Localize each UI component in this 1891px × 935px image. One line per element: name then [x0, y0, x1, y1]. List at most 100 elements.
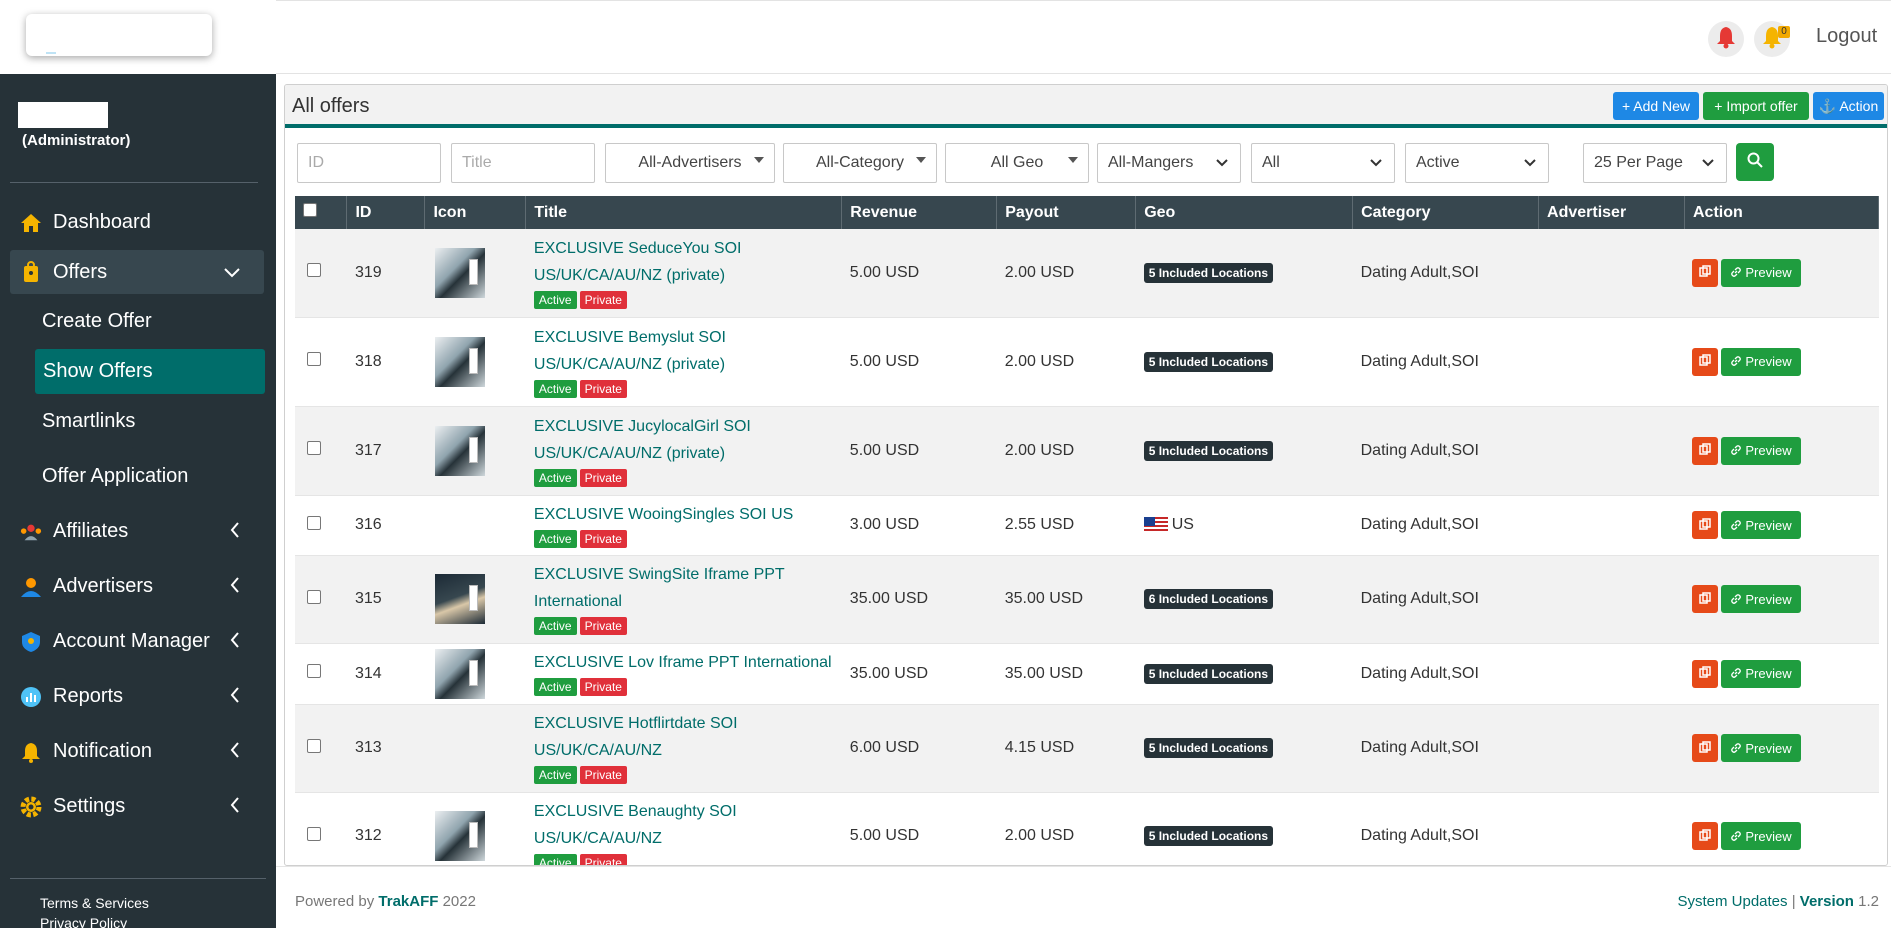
- offer-title-link[interactable]: EXCLUSIVE SeduceYou SOI US/UK/CA/AU/NZ (p…: [534, 235, 834, 289]
- geo-badge[interactable]: 5 Included Locations: [1143, 663, 1274, 684]
- column-header-category[interactable]: Category: [1352, 196, 1540, 229]
- privacy-link[interactable]: Privacy Policy: [40, 915, 266, 931]
- column-header-title[interactable]: Title: [525, 196, 843, 229]
- manager-select[interactable]: All-Mangers: [1097, 143, 1241, 183]
- row-checkbox[interactable]: [307, 515, 321, 530]
- row-select-cell: [295, 229, 347, 317]
- sidebar-item-advertisers[interactable]: Advertisers: [0, 559, 276, 614]
- row-checkbox[interactable]: [307, 826, 321, 841]
- offer-category: Dating Adult,SOI: [1360, 441, 1479, 459]
- copy-button[interactable]: [1692, 258, 1719, 287]
- geo-badge[interactable]: 5 Included Locations: [1143, 351, 1274, 372]
- sidebar-item-offers[interactable]: Offers: [10, 250, 264, 294]
- copy-button[interactable]: [1692, 822, 1719, 850]
- preview-button[interactable]: Preview: [1721, 734, 1802, 762]
- action-button[interactable]: ⚓ Action: [1813, 92, 1884, 120]
- status-select-value: Active: [1416, 154, 1460, 171]
- offer-title-cell: EXCLUSIVE SwingSite Iframe PPT Internatio…: [526, 555, 842, 643]
- advertiser-select[interactable]: All-Advertisers: [605, 143, 775, 183]
- copy-button[interactable]: [1692, 347, 1719, 376]
- copy-button[interactable]: [1692, 511, 1719, 539]
- sidebar-item-affiliates[interactable]: Affiliates: [0, 504, 276, 559]
- status-badge: Active: [533, 529, 577, 548]
- copy-button[interactable]: [1692, 436, 1719, 465]
- sidebar-item-reports[interactable]: Reports: [0, 669, 276, 724]
- preview-button[interactable]: Preview: [1721, 258, 1802, 287]
- status-select[interactable]: Active: [1405, 143, 1549, 183]
- sidebar-subitem-offer-application[interactable]: Offer Application: [0, 449, 276, 504]
- geo-badge[interactable]: 5 Included Locations: [1143, 738, 1274, 758]
- offer-title-link[interactable]: EXCLUSIVE Bemyslut SOI US/UK/CA/AU/NZ (pr…: [534, 324, 834, 378]
- preview-button[interactable]: Preview: [1721, 511, 1802, 539]
- copy-button[interactable]: [1692, 659, 1719, 688]
- column-header-payout[interactable]: Payout: [996, 196, 1137, 229]
- offer-title-link[interactable]: EXCLUSIVE Lov Iframe PPT International: [534, 649, 834, 676]
- notification-count-badge: 0: [1778, 26, 1790, 38]
- preview-button[interactable]: Preview: [1721, 436, 1802, 465]
- table-row: 313 EXCLUSIVE Hotflirtdate SOI US/UK/CA/A…: [295, 704, 1879, 792]
- sidebar-item-dashboard[interactable]: Dashboard: [0, 195, 276, 250]
- title-filter-input[interactable]: Title: [451, 143, 595, 183]
- chevron-down-icon: [1216, 154, 1228, 170]
- add-new-button[interactable]: + Add New: [1613, 92, 1699, 120]
- row-checkbox[interactable]: [307, 589, 321, 604]
- preview-button[interactable]: Preview: [1721, 585, 1802, 613]
- copy-button[interactable]: [1692, 585, 1719, 613]
- row-select-cell: [295, 495, 347, 555]
- geo-badge[interactable]: 6 Included Locations: [1143, 589, 1274, 609]
- logout-link[interactable]: Logout: [1816, 25, 1877, 48]
- geo-select[interactable]: All Geo: [945, 143, 1089, 183]
- offer-revenue: 5.00 USD: [849, 827, 920, 844]
- per-page-select[interactable]: 25 Per Page: [1583, 143, 1727, 183]
- offer-icon-cell: [425, 792, 526, 865]
- offer-id: 316: [354, 516, 382, 533]
- geo-badge[interactable]: 5 Included Locations: [1143, 440, 1274, 461]
- preview-button[interactable]: Preview: [1721, 347, 1802, 376]
- chevron-down-icon: [1524, 154, 1536, 170]
- category-select[interactable]: All-Category: [783, 143, 937, 183]
- sidebar-subitem-show-offers[interactable]: Show Offers: [35, 349, 265, 394]
- sidebar-subitem-smartlinks[interactable]: Smartlinks: [0, 394, 276, 449]
- offer-title-link[interactable]: EXCLUSIVE JucylocalGirl SOI US/UK/CA/AU/N…: [534, 413, 834, 467]
- preview-button[interactable]: Preview: [1721, 659, 1802, 688]
- offer-action-cell: Preview: [1684, 229, 1878, 317]
- system-updates-link[interactable]: System Updates: [1677, 893, 1787, 910]
- column-header-advertiser[interactable]: Advertiser: [1538, 196, 1685, 229]
- version-info: System Updates | Version 1.2: [1677, 893, 1879, 910]
- sidebar-item-settings[interactable]: Settings: [0, 779, 276, 834]
- copy-button[interactable]: [1692, 734, 1719, 762]
- column-header-id[interactable]: ID: [346, 196, 426, 229]
- notification-bell-button[interactable]: 0: [1754, 21, 1790, 57]
- offer-payout: 2.00 USD: [1004, 352, 1075, 370]
- row-checkbox[interactable]: [307, 352, 321, 366]
- offer-title-link[interactable]: EXCLUSIVE Benaughty SOI US/UK/CA/AU/NZ: [534, 798, 834, 852]
- sidebar-subitem-create-offer[interactable]: Create Offer: [0, 294, 276, 349]
- select-all-checkbox[interactable]: [303, 203, 317, 217]
- id-filter-input[interactable]: ID: [297, 143, 441, 183]
- sidebar-item-notification[interactable]: Notification: [0, 724, 276, 779]
- offer-title-link[interactable]: EXCLUSIVE SwingSite Iframe PPT Internatio…: [534, 561, 834, 615]
- brand-link[interactable]: TrakAFF: [378, 893, 438, 910]
- row-checkbox[interactable]: [307, 738, 321, 753]
- column-header-revenue[interactable]: Revenue: [841, 196, 998, 229]
- gear-icon: [20, 796, 42, 818]
- offer-title-link[interactable]: EXCLUSIVE WooingSingles SOI US: [534, 501, 834, 528]
- terms-link[interactable]: Terms & Services: [40, 895, 266, 911]
- search-button[interactable]: [1736, 143, 1774, 181]
- alert-bell-button[interactable]: [1708, 21, 1744, 57]
- column-header-geo[interactable]: Geo: [1135, 196, 1354, 229]
- topbar: 0 Logout: [276, 0, 1891, 74]
- geo-badge[interactable]: 5 Included Locations: [1143, 262, 1274, 283]
- sidebar-item-account-manager[interactable]: Account Manager: [0, 614, 276, 669]
- offer-title-link[interactable]: EXCLUSIVE Hotflirtdate SOI US/UK/CA/AU/NZ: [534, 710, 834, 764]
- row-checkbox[interactable]: [307, 441, 321, 455]
- type-select[interactable]: All: [1251, 143, 1395, 183]
- logo[interactable]: [26, 14, 212, 56]
- copy-icon: [1699, 740, 1712, 756]
- geo-badge[interactable]: 5 Included Locations: [1143, 826, 1274, 846]
- preview-button[interactable]: Preview: [1721, 822, 1802, 850]
- visibility-badge: Private: [579, 379, 627, 398]
- row-checkbox[interactable]: [307, 263, 321, 278]
- row-checkbox[interactable]: [307, 664, 321, 678]
- import-offer-button[interactable]: + Import offer: [1703, 92, 1809, 120]
